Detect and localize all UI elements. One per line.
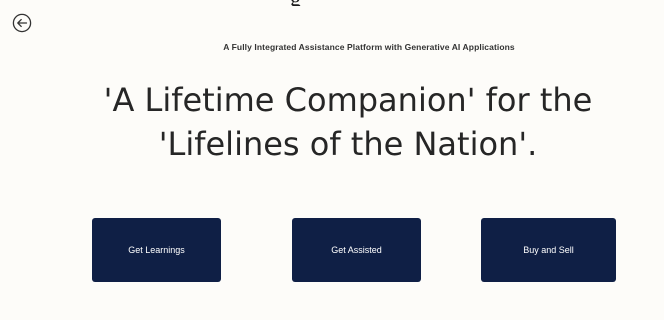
get-assisted-button[interactable]: Get Assisted [292,218,421,282]
cropped-heading-fragment: g [0,0,664,6]
hero-tagline: A Fully Integrated Assistance Platform w… [223,42,515,52]
get-learnings-button[interactable]: Get Learnings [92,218,221,282]
cropped-heading-text: g [290,0,301,6]
buy-and-sell-button[interactable]: Buy and Sell [481,218,616,282]
hero-headline-line-2: 'Lifelines of the Nation'. [158,125,538,163]
hero-headline: 'A Lifetime Companion' for the 'Lifeline… [0,78,664,166]
hero-headline-line-1: 'A Lifetime Companion' for the [103,81,593,119]
back-button[interactable] [12,13,32,33]
back-arrow-circle-icon [12,13,32,33]
